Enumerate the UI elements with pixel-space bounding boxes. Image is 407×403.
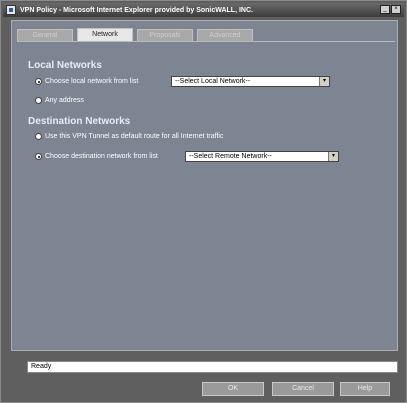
- status-bar: Ready: [27, 361, 398, 373]
- remote-network-select[interactable]: --Select Remote Network-- ▾: [185, 151, 339, 162]
- local-networks-heading: Local Networks: [28, 60, 102, 71]
- tab-proposals[interactable]: Proposals: [137, 29, 193, 41]
- local-any-option[interactable]: Any address: [35, 97, 84, 104]
- destination-networks-heading: Destination Networks: [28, 116, 131, 127]
- local-any-radio[interactable]: [35, 97, 42, 104]
- ok-button[interactable]: OK: [202, 382, 264, 396]
- chevron-down-icon[interactable]: ▾: [319, 77, 329, 86]
- cancel-button[interactable]: Cancel: [272, 382, 334, 396]
- local-network-select-value: --Select Local Network--: [175, 78, 251, 85]
- network-tab-content: Local Networks Choose local network from…: [17, 41, 395, 345]
- dest-default-route-radio[interactable]: [35, 133, 42, 140]
- window-controls: _ ×: [380, 5, 401, 14]
- dest-choose-label[interactable]: Choose destination network from list: [45, 153, 158, 160]
- remote-network-select-value: --Select Remote Network--: [189, 153, 272, 160]
- chevron-down-icon[interactable]: ▾: [328, 152, 338, 161]
- dest-default-route-label[interactable]: Use this VPN Tunnel as default route for…: [45, 133, 223, 140]
- window-title: VPN Policy - Microsoft Internet Explorer…: [20, 6, 253, 14]
- title-bar[interactable]: VPN Policy - Microsoft Internet Explorer…: [3, 3, 404, 17]
- dest-choose-option[interactable]: Choose destination network from list: [35, 153, 158, 160]
- local-choose-label[interactable]: Choose local network from list: [45, 78, 138, 85]
- local-any-label[interactable]: Any address: [45, 97, 84, 104]
- tab-advanced[interactable]: Advanced: [197, 29, 253, 41]
- ie-app-icon: [6, 5, 16, 15]
- minimize-button[interactable]: _: [380, 5, 390, 14]
- dest-choose-radio[interactable]: [35, 153, 42, 160]
- local-network-select[interactable]: --Select Local Network-- ▾: [171, 76, 330, 87]
- dest-default-route-option[interactable]: Use this VPN Tunnel as default route for…: [35, 133, 223, 140]
- tab-network[interactable]: Network: [77, 28, 133, 41]
- close-button[interactable]: ×: [391, 5, 401, 14]
- local-choose-radio[interactable]: [35, 78, 42, 85]
- help-button[interactable]: Help: [340, 382, 390, 396]
- tab-general[interactable]: General: [17, 29, 73, 41]
- vpn-policy-window: VPN Policy - Microsoft Internet Explorer…: [0, 0, 407, 403]
- tab-bar: General Network Proposals Advanced: [17, 28, 253, 41]
- local-choose-option[interactable]: Choose local network from list: [35, 78, 138, 85]
